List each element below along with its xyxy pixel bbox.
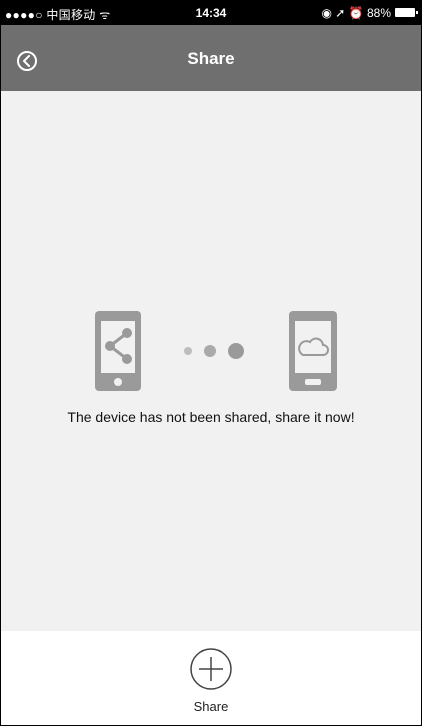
app-screen: ●●●●○ 中国移动 ᯤ 14:34 ◉ ➚ ⏰ 88% Share The d… [0, 0, 422, 726]
battery-icon [395, 8, 418, 17]
plus-circle-icon [190, 648, 232, 690]
bottom-bar: Share [1, 631, 421, 725]
phone-share-icon [95, 311, 141, 391]
share-label: Share [193, 699, 229, 714]
share-illustration [95, 311, 337, 391]
dots-icon [184, 343, 244, 359]
empty-state: The device has not been shared, share it… [1, 91, 421, 631]
status-indicators: ◉ ➚ ⏰ 88% [321, 6, 392, 20]
navigation-bar: Share [1, 25, 421, 91]
status-bar: ●●●●○ 中国移动 ᯤ 14:34 ◉ ➚ ⏰ 88% [1, 1, 421, 25]
empty-message: The device has not been shared, share it… [67, 409, 355, 425]
share-button[interactable] [189, 647, 233, 691]
page-title: Share [187, 49, 235, 68]
phone-cloud-icon [289, 311, 337, 391]
